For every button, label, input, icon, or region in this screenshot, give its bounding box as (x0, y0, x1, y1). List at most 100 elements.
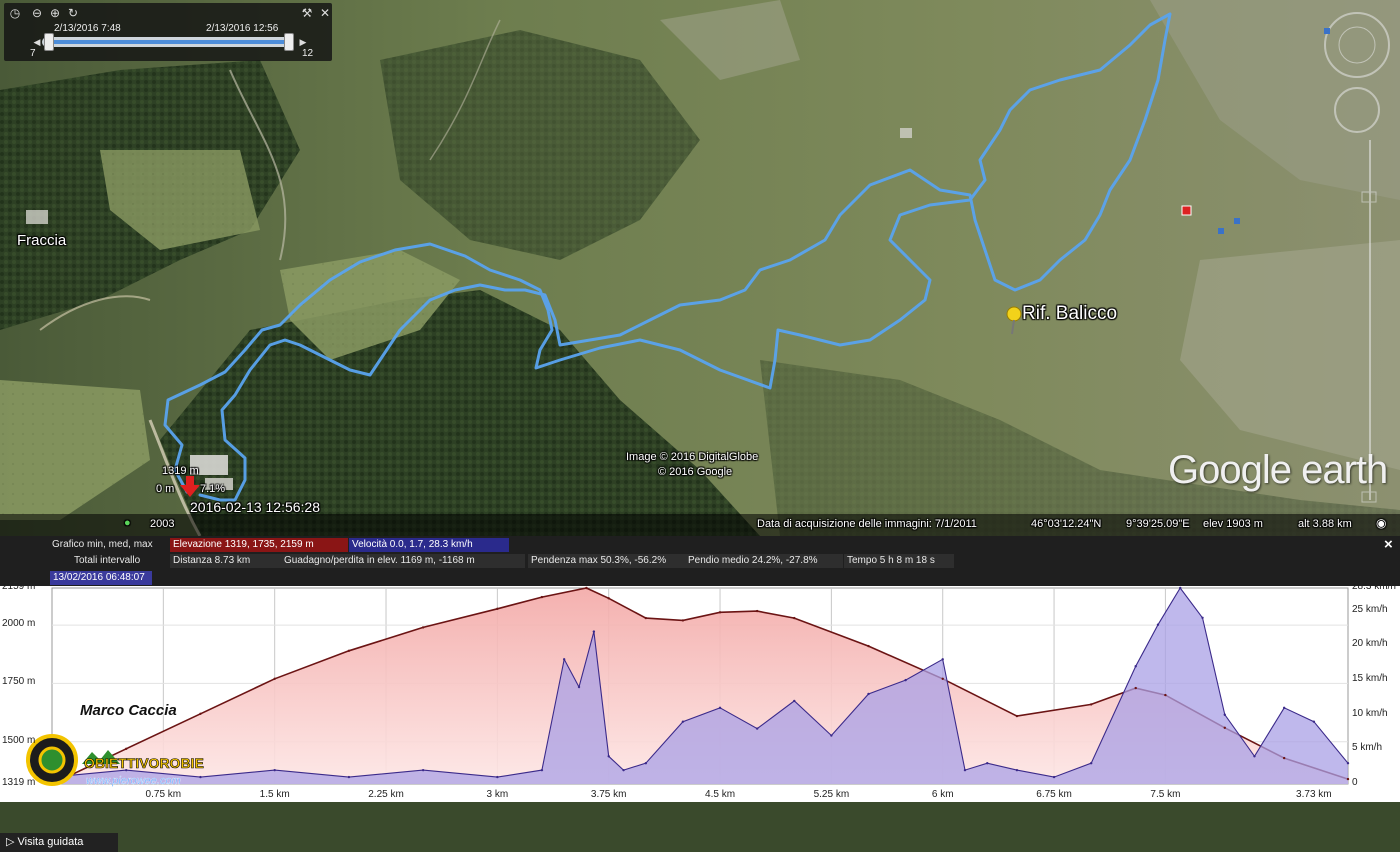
position-marker-icon (180, 476, 200, 497)
speed-point-15 (718, 706, 722, 710)
time-slider-range (44, 40, 292, 44)
google-earth-logo: Google earth (1168, 448, 1388, 492)
slider-min: 7 (30, 48, 36, 59)
speed-point-24 (1015, 768, 1019, 772)
start-time: 2/13/2016 7:48 (54, 23, 121, 34)
close-profile-button[interactable]: × (1384, 537, 1393, 552)
y-left-tick-label: 1750 m (2, 676, 36, 688)
speed-point-12 (622, 768, 625, 772)
x-tick-label: 6.75 km (1036, 789, 1072, 800)
close-icon[interactable]: ✕ (318, 6, 332, 20)
place-label-rif-balicco[interactable]: Rif. Balicco (1022, 303, 1117, 325)
start-handle[interactable] (44, 33, 54, 51)
speed-point-31 (1223, 713, 1226, 716)
place-label-fraccia[interactable]: Fraccia (17, 232, 66, 249)
elevation-point-14 (793, 616, 796, 620)
map-view[interactable]: Rif. Balicco Fraccia 1319 m 0 m 7.1% 201… (0, 0, 1400, 536)
cursor-time: 13/02/2016 06:48:07 (50, 571, 152, 585)
y-right-tick-label: 28.3 km/h (1352, 581, 1396, 592)
y-right-tick-label: 0 (1352, 777, 1358, 788)
speed-point-3 (273, 768, 276, 772)
profile-chart[interactable]: Marco Caccia OBIETTIVOROBIE www.pierowee… (0, 581, 1400, 852)
zoom-in-icon[interactable]: ⊕ (48, 6, 62, 20)
step-forward-icon[interactable]: ▶ (296, 35, 310, 49)
x-tick-label: 2.25 km (368, 789, 404, 800)
time-slider-panel: ◷ ⊖ ⊕ ↻ ⚒ ✕ 2/13/2016 7:48 2/13/2016 12:… (4, 3, 332, 61)
speed-point-9 (577, 685, 581, 689)
elevation-stats[interactable]: Elevazione 1319, 1735, 2159 m (170, 538, 348, 552)
gain-loss-stat: Guadagno/perdita in elev. 1169 m, -1168 … (281, 554, 525, 568)
elevation-point-4 (347, 649, 351, 652)
wrench-icon[interactable]: ⚒ (300, 6, 314, 20)
speed-point-25 (1052, 775, 1056, 779)
elevation-point-10 (644, 616, 648, 620)
elevation-point-13 (755, 609, 759, 613)
speed-point-33 (1282, 706, 1286, 710)
speed-point-34 (1312, 720, 1316, 723)
status-icon[interactable]: ◉ (1376, 516, 1386, 530)
clock-icon[interactable]: ◷ (8, 6, 22, 20)
historical-imagery-icon[interactable]: ● (124, 517, 131, 529)
x-tick-label: 6 km (931, 789, 954, 800)
slider-max: 12 (302, 48, 314, 59)
y-right-tick-label: 10 km/h (1352, 707, 1388, 719)
speed-point-16 (755, 727, 759, 730)
speed-point-29 (1179, 586, 1182, 590)
elevation-point-15 (867, 644, 870, 648)
x-tick-label: 5.25 km (813, 789, 850, 800)
logo-subtext: www.pierowee.com (86, 775, 181, 787)
speed-stats[interactable]: Velocità 0.0, 1.7, 28.3 km/h (349, 538, 509, 552)
attribution-google: © 2016 Google (658, 466, 733, 478)
y-left-tick-label: 2159 m (2, 581, 36, 592)
elevation-point-12 (718, 611, 722, 614)
elevation-readout: elev 1903 m (1203, 518, 1263, 530)
speed-point-14 (681, 720, 685, 723)
speed-point-17 (793, 699, 796, 703)
speed-point-23 (986, 762, 989, 765)
speed-point-10 (592, 630, 596, 633)
speed-point-20 (904, 678, 907, 682)
pushpin-icon[interactable] (1004, 306, 1024, 336)
end-handle[interactable] (284, 33, 294, 51)
logo-text: OBIETTIVOROBIE (84, 755, 204, 771)
marker-slope: 7.1% (200, 483, 226, 495)
speed-point-18 (830, 734, 833, 737)
elevation-point-21 (1223, 726, 1226, 729)
zoom-out-icon[interactable]: ⊖ (30, 6, 44, 20)
elevation-point-20 (1164, 693, 1167, 697)
x-tick-label: 3 km (486, 789, 509, 800)
author-credit: Marco Caccia (80, 702, 177, 719)
step-back-icon[interactable]: ◀ (30, 35, 44, 49)
distance-stat: Distanza 8.73 km (170, 554, 282, 568)
chart-legend-label: Grafico min, med, max (52, 539, 153, 550)
time-slider[interactable] (42, 33, 294, 51)
elevation-point-3 (273, 677, 276, 680)
x-tick-label: 1.5 km (259, 789, 290, 800)
elevation-point-8 (585, 586, 588, 590)
time-stat: Tempo 5 h 8 m 18 s (844, 554, 954, 568)
guided-tour-button[interactable]: ▷ Visita guidata (0, 833, 118, 852)
elevation-point-17 (1015, 714, 1019, 718)
elevation-point-7 (540, 595, 544, 599)
speed-point-35 (1346, 762, 1350, 765)
settings-icon[interactable]: ↻ (66, 6, 80, 20)
longitude: 9°39'25.09"E (1126, 518, 1190, 530)
speed-point-21 (941, 658, 944, 661)
marker-elevation: 1319 m (162, 465, 199, 477)
speed-point-4 (347, 775, 351, 779)
marker-distance: 0 m (156, 483, 175, 495)
speed-point-6 (496, 775, 499, 779)
y-left-tick-label: 2000 m (2, 618, 36, 630)
max-slope-stat: Pendenza max 50.3%, -56.2% (528, 554, 686, 568)
imagery-year[interactable]: 2003 (150, 518, 174, 530)
speed-point-28 (1156, 623, 1160, 626)
x-tick-label: 3.73 km (1296, 789, 1332, 800)
obiettivorobie-logo: OBIETTIVOROBIE www.pierowee.com (26, 726, 246, 794)
elevation-point-23 (1346, 777, 1350, 781)
elevation-point-5 (421, 626, 425, 629)
elevation-point-2 (199, 712, 202, 715)
y-right-tick-label: 15 km/h (1352, 673, 1388, 685)
y-right-tick-label: 25 km/h (1352, 603, 1388, 615)
elevation-point-9 (607, 597, 610, 600)
speed-point-27 (1134, 665, 1137, 668)
